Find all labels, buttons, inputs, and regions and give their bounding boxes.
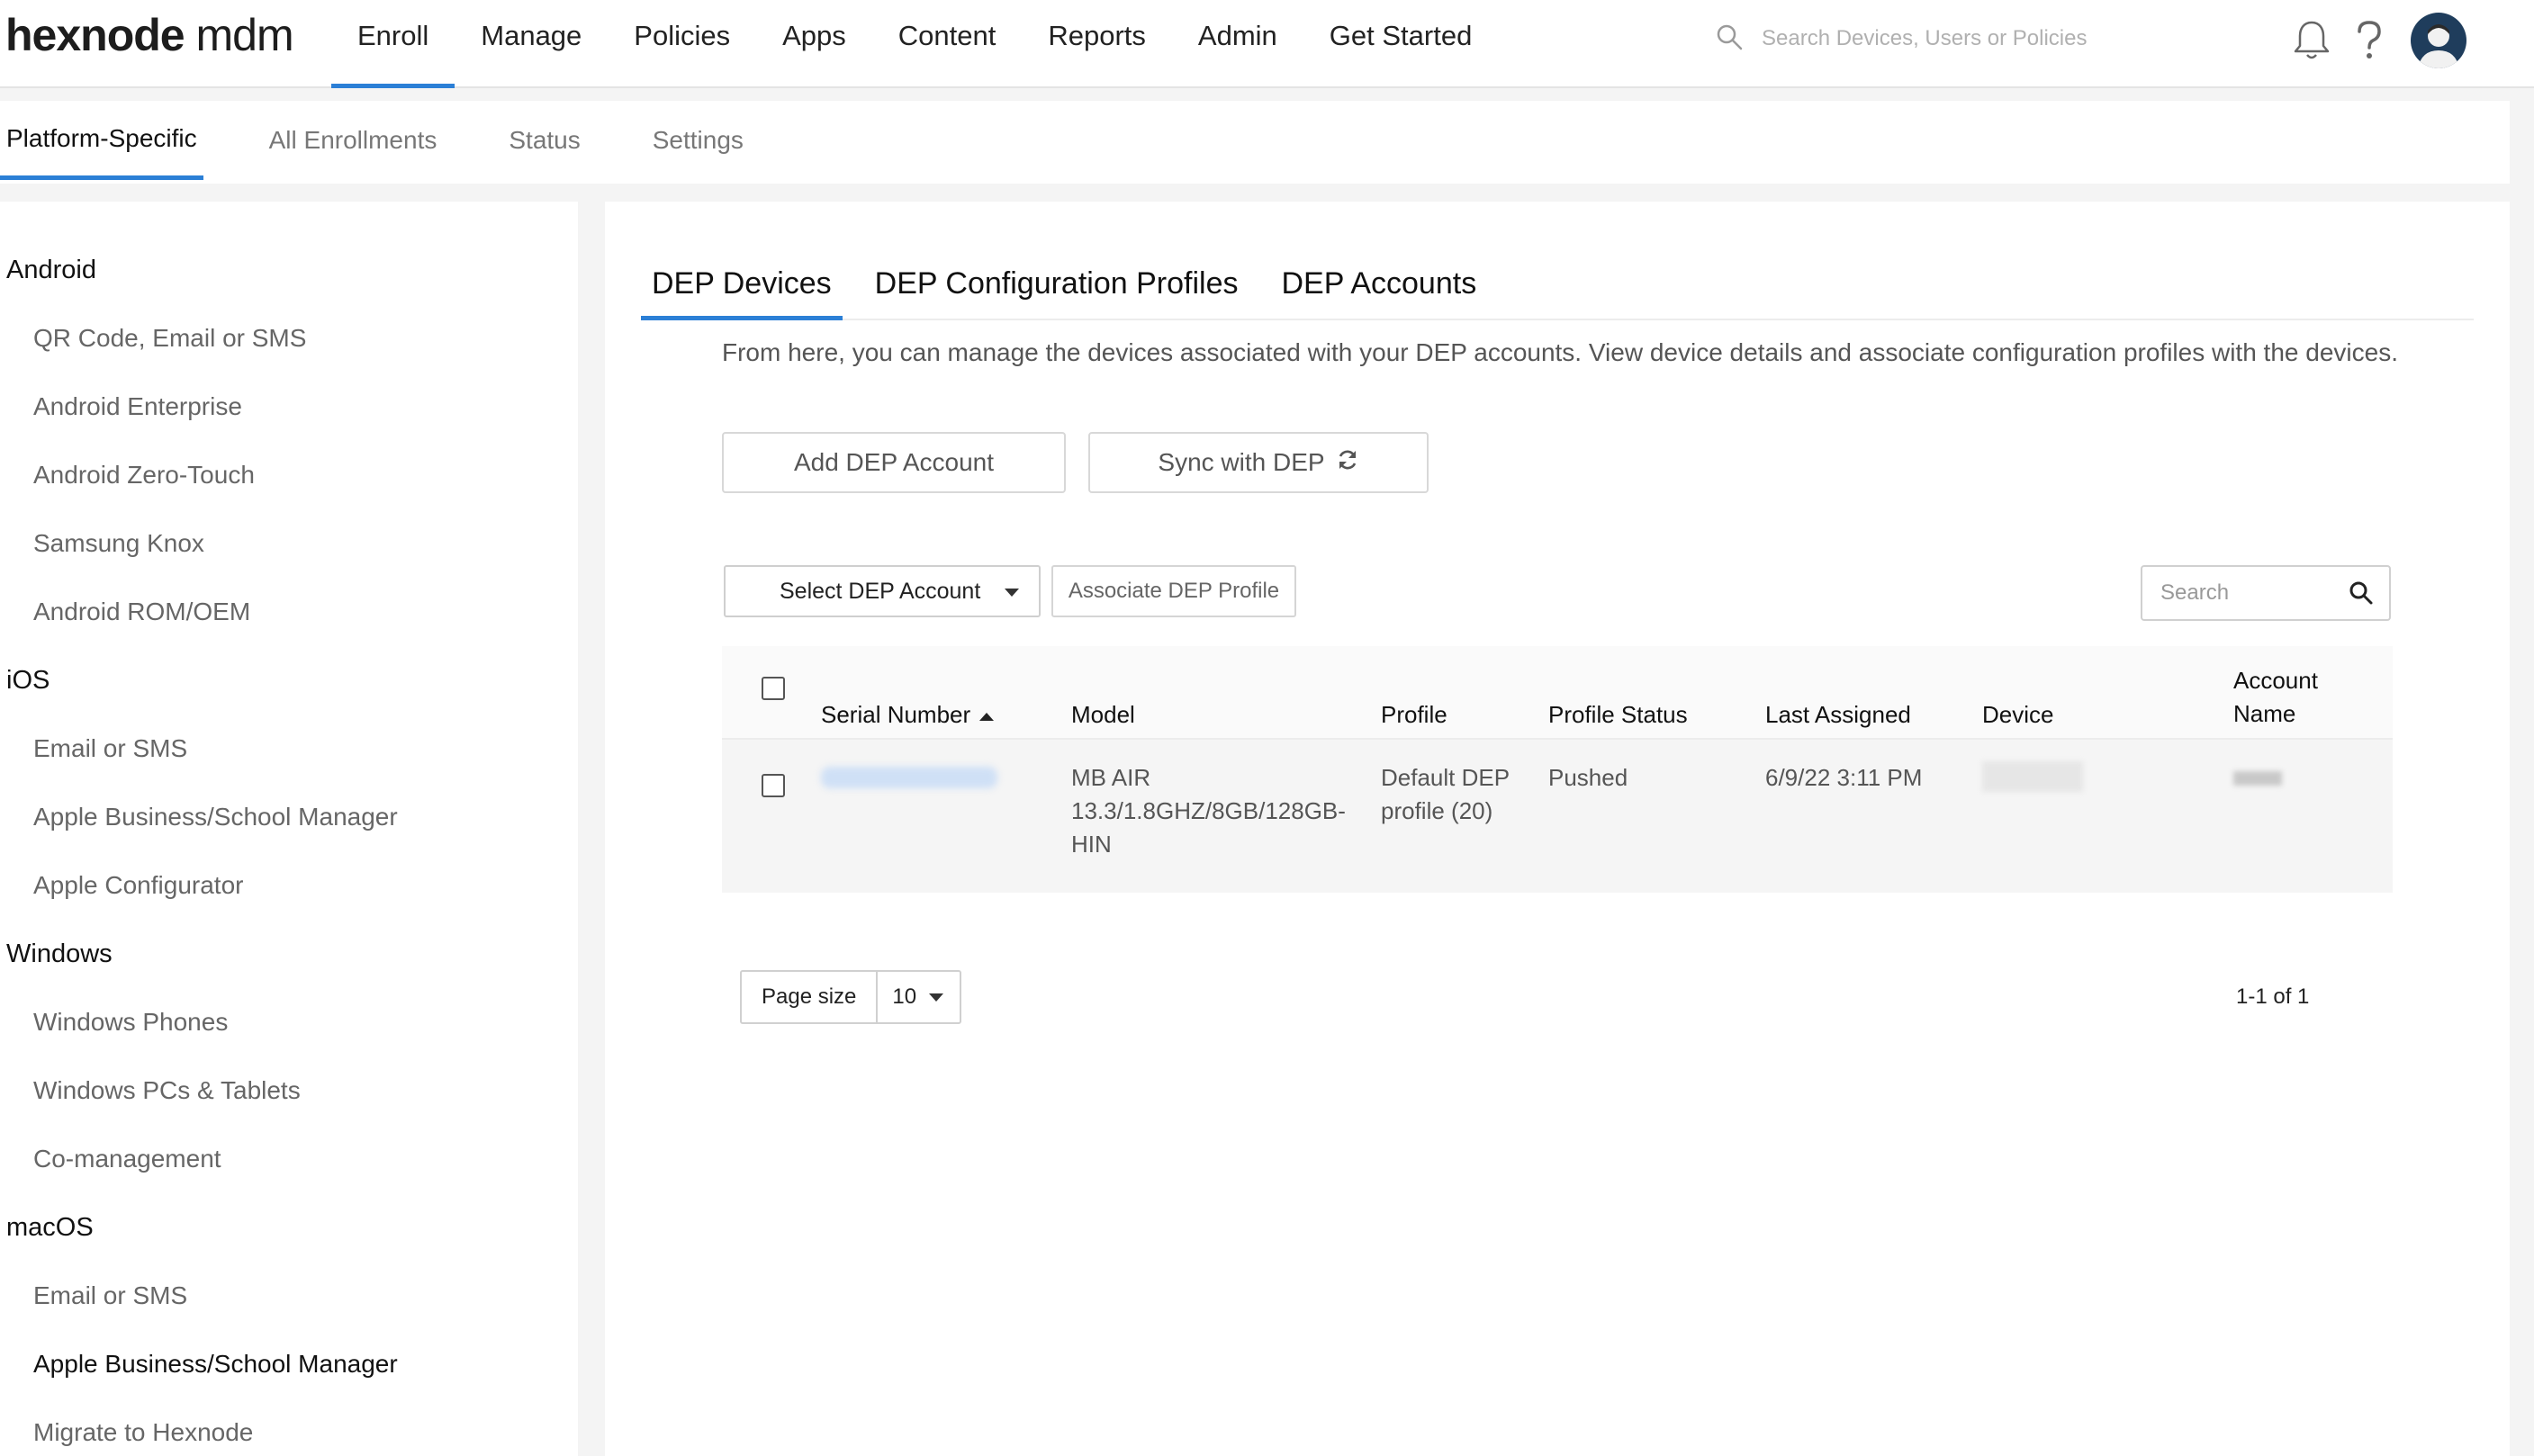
refresh-icon bbox=[1336, 448, 1359, 478]
nav-manage[interactable]: Manage bbox=[455, 0, 608, 88]
tab-settings[interactable]: Settings bbox=[617, 101, 780, 180]
global-search bbox=[1715, 18, 2183, 59]
page-size-control: Page size 10 bbox=[740, 970, 962, 1024]
sidebar-item-samsung-knox[interactable]: Samsung Knox bbox=[0, 509, 578, 578]
sidebar-item-ios-abm[interactable]: Apple Business/School Manager bbox=[0, 783, 578, 851]
search-icon[interactable] bbox=[2348, 580, 2375, 611]
col-account-name-line2: Name bbox=[2233, 700, 2296, 727]
col-last-assigned: Last Assigned bbox=[1765, 701, 1911, 728]
sidebar-item-macos-abm[interactable]: Apple Business/School Manager bbox=[0, 1330, 578, 1398]
tab-all-enrollments[interactable]: All Enrollments bbox=[233, 101, 473, 180]
logo-brand: hexnode bbox=[5, 10, 185, 60]
profile-line1: Default DEP bbox=[1381, 764, 1510, 791]
top-bar: hexnode mdm Enroll Manage Policies Apps … bbox=[0, 0, 2534, 88]
hexnode-logo[interactable]: hexnode mdm bbox=[5, 9, 294, 61]
sidebar-group-android: Android bbox=[6, 255, 96, 284]
nav-content[interactable]: Content bbox=[872, 0, 1023, 88]
sidebar-item-android-enterprise[interactable]: Android Enterprise bbox=[0, 373, 578, 441]
profile-line2: profile (20) bbox=[1381, 797, 1493, 824]
sync-with-dep-label: Sync with DEP bbox=[1158, 448, 1325, 476]
sidebar-item-windows-pcs[interactable]: Windows PCs & Tablets bbox=[0, 1056, 578, 1125]
sidebar-group-windows: Windows bbox=[6, 939, 113, 968]
sidebar-item-co-management[interactable]: Co-management bbox=[0, 1125, 578, 1193]
model-cell: MB AIR 13.3/1.8GHZ/8GB/128GB- HIN bbox=[1071, 761, 1346, 861]
col-device: Device bbox=[1982, 701, 2054, 728]
top-icons bbox=[2286, 13, 2466, 68]
dep-devices-table: Serial Number Model Profile Profile Stat… bbox=[722, 646, 2393, 893]
dep-tabs: DEP Devices DEP Configuration Profiles D… bbox=[641, 239, 2474, 320]
sidebar-item-android-rom-oem[interactable]: Android ROM/OEM bbox=[0, 578, 578, 646]
nav-policies[interactable]: Policies bbox=[608, 0, 756, 88]
device-redacted bbox=[1982, 761, 2083, 801]
tab-dep-accounts[interactable]: DEP Accounts bbox=[1270, 239, 1487, 320]
col-profile-status: Profile Status bbox=[1548, 701, 1688, 728]
add-dep-account-label: Add DEP Account bbox=[793, 448, 995, 476]
serial-number-redacted[interactable] bbox=[821, 761, 997, 797]
col-serial-number-label: Serial Number bbox=[821, 701, 971, 728]
main-nav: Enroll Manage Policies Apps Content Repo… bbox=[331, 0, 1498, 88]
sidebar-item-ios-email-sms[interactable]: Email or SMS bbox=[0, 715, 578, 783]
last-assigned-cell: 6/9/22 3:11 PM bbox=[1765, 764, 1923, 791]
logo-suffix: mdm bbox=[195, 10, 294, 60]
table-row: MB AIR 13.3/1.8GHZ/8GB/128GB- HIN Defaul… bbox=[722, 740, 2393, 893]
sidebar-item-migrate-to-hexnode[interactable]: Migrate to Hexnode bbox=[0, 1398, 578, 1456]
col-model: Model bbox=[1071, 701, 1135, 728]
sidebar-group-macos: macOS bbox=[6, 1212, 94, 1242]
page-size-select[interactable]: 10 bbox=[878, 972, 960, 1022]
help-icon[interactable] bbox=[2344, 15, 2394, 66]
tab-dep-configuration-profiles[interactable]: DEP Configuration Profiles bbox=[864, 239, 1249, 320]
associate-dep-profile-label: Associate DEP Profile bbox=[1068, 579, 1280, 603]
row-checkbox[interactable] bbox=[762, 774, 785, 797]
nav-enroll[interactable]: Enroll bbox=[331, 0, 455, 88]
sidebar-item-android-zero-touch[interactable]: Android Zero-Touch bbox=[0, 441, 578, 509]
sidebar-item-macos-email-sms[interactable]: Email or SMS bbox=[0, 1262, 578, 1330]
model-line1: MB AIR bbox=[1071, 764, 1151, 791]
nav-admin[interactable]: Admin bbox=[1172, 0, 1303, 88]
sidebar-item-android-qr[interactable]: QR Code, Email or SMS bbox=[0, 304, 578, 373]
col-account-name-line1: Account bbox=[2233, 667, 2318, 694]
table-search-input[interactable] bbox=[2142, 580, 2340, 606]
nav-apps[interactable]: Apps bbox=[756, 0, 872, 88]
tab-status[interactable]: Status bbox=[473, 101, 616, 180]
sidebar-group-ios: iOS bbox=[6, 665, 50, 695]
tab-platform-specific[interactable]: Platform-Specific bbox=[0, 101, 203, 180]
model-line2: 13.3/1.8GHZ/8GB/128GB- bbox=[1071, 797, 1346, 824]
chevron-down-icon bbox=[1005, 589, 1019, 597]
nav-reports[interactable]: Reports bbox=[1022, 0, 1172, 88]
enroll-subtabs: Platform-Specific All Enrollments Status… bbox=[0, 101, 2510, 184]
tab-dep-devices[interactable]: DEP Devices bbox=[641, 239, 843, 320]
col-serial-number[interactable]: Serial Number bbox=[821, 698, 995, 732]
sync-with-dep-button[interactable]: Sync with DEP bbox=[1088, 432, 1429, 493]
dep-main-panel: DEP Devices DEP Configuration Profiles D… bbox=[605, 202, 2510, 1456]
pagination-range: 1-1 of 1 bbox=[2236, 984, 2310, 1009]
sidebar-item-windows-phones[interactable]: Windows Phones bbox=[0, 988, 578, 1056]
nav-get-started[interactable]: Get Started bbox=[1303, 0, 1499, 88]
select-dep-account-dropdown[interactable]: Select DEP Account bbox=[724, 565, 1041, 617]
associate-dep-profile-button[interactable]: Associate DEP Profile bbox=[1051, 565, 1296, 617]
col-account-name: Account Name bbox=[2233, 664, 2318, 731]
user-avatar[interactable] bbox=[2411, 13, 2466, 68]
select-dep-account-label: Select DEP Account bbox=[780, 578, 981, 604]
table-header: Serial Number Model Profile Profile Stat… bbox=[722, 646, 2393, 740]
chevron-down-icon bbox=[929, 993, 944, 1002]
profile-status-cell: Pushed bbox=[1548, 764, 1628, 791]
page-size-value: 10 bbox=[892, 984, 917, 1009]
sort-ascending-icon bbox=[979, 712, 995, 721]
global-search-input[interactable] bbox=[1762, 26, 2158, 51]
account-name-redacted bbox=[2233, 761, 2282, 795]
page-size-label: Page size bbox=[742, 972, 879, 1022]
search-icon bbox=[1715, 22, 1744, 56]
col-profile: Profile bbox=[1381, 701, 1447, 728]
page-description: From here, you can manage the devices as… bbox=[722, 338, 2398, 366]
profile-cell[interactable]: Default DEP profile (20) bbox=[1381, 761, 1510, 828]
table-search bbox=[2141, 565, 2391, 621]
sidebar-item-apple-configurator[interactable]: Apple Configurator bbox=[0, 851, 578, 920]
bell-icon[interactable] bbox=[2286, 15, 2337, 66]
add-dep-account-button[interactable]: Add DEP Account bbox=[722, 432, 1066, 493]
model-line3: HIN bbox=[1071, 831, 1112, 858]
select-all-checkbox[interactable] bbox=[762, 677, 785, 700]
platform-sidebar: Android QR Code, Email or SMS Android En… bbox=[0, 202, 578, 1456]
